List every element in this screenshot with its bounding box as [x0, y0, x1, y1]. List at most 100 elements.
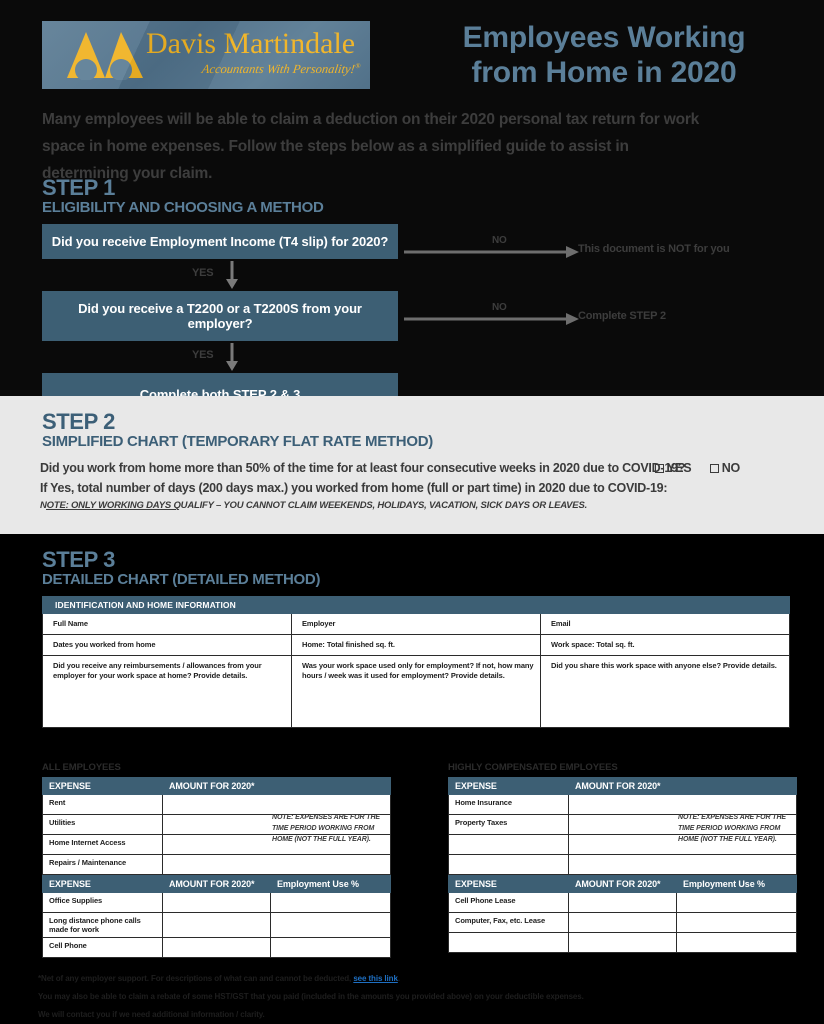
- table-row: [448, 854, 797, 875]
- step2-days-row: If Yes, total number of days (200 days m…: [40, 478, 740, 510]
- footer-line-2: You may also be able to claim a rebate o…: [38, 992, 584, 1001]
- step2-question-row: Did you work from home more than 50% of …: [40, 458, 740, 478]
- table-header-row: EXPENSE AMOUNT FOR 2020*: [448, 777, 797, 795]
- footer-line-1-period: .: [397, 974, 400, 983]
- row-label-blank-3[interactable]: [448, 932, 569, 953]
- row-label-cell-phone-lease: Cell Phone Lease: [448, 892, 569, 913]
- days-input-field[interactable]: [46, 509, 176, 510]
- flow-yes-label-1: YES: [192, 267, 214, 279]
- step3-number: STEP 3: [42, 547, 116, 572]
- row-label-internet: Home Internet Access: [42, 834, 163, 855]
- col-amount: AMOUNT FOR 2020*: [568, 777, 797, 795]
- logo-trademark: ®: [354, 62, 362, 70]
- flow-no-target-1: This document is NOT for you: [578, 243, 730, 255]
- table-header-row: EXPENSE AMOUNT FOR 2020* Employment Use …: [448, 875, 797, 893]
- col-amount: AMOUNT FOR 2020*: [568, 875, 677, 893]
- step1-number: STEP 1: [42, 175, 116, 200]
- col-expense: EXPENSE: [448, 875, 569, 893]
- step2-number: STEP 2: [42, 409, 116, 434]
- step2-question-text: Did you work from home more than 50% of …: [40, 461, 686, 475]
- usepct-input-computer-lease[interactable]: [676, 912, 797, 933]
- row-label-property-taxes: Property Taxes: [448, 814, 569, 835]
- row-label-blank-1[interactable]: [448, 834, 569, 855]
- row-label-cell-phone: Cell Phone: [42, 937, 163, 958]
- table-row: Full Name Employer Email: [42, 613, 790, 635]
- flow-question-2[interactable]: Did you receive a T2200 or a T2200S from…: [42, 291, 398, 341]
- row-label-utilities: Utilities: [42, 814, 163, 835]
- footer-line-1-text: *Net of any employer support. For descri…: [38, 974, 352, 983]
- identification-table-header: IDENTIFICATION AND HOME INFORMATION: [42, 596, 790, 614]
- step2-body: Did you work from home more than 50% of …: [40, 458, 740, 511]
- usepct-input-cell-phone[interactable]: [270, 937, 391, 958]
- davis-martindale-mountain-icon: [67, 32, 143, 80]
- table-row: Dates you worked from home Home: Total f…: [42, 634, 790, 656]
- amount-input-computer-lease[interactable]: [568, 912, 677, 933]
- row-label-home-insurance: Home Insurance: [448, 794, 569, 815]
- usepct-input-office-supplies[interactable]: [270, 892, 391, 913]
- page-title: Employees Working from Home in 2020: [404, 20, 804, 90]
- row-label-blank-2[interactable]: [448, 854, 569, 875]
- logo-tagline-text: Accountants With Personality!: [200, 62, 356, 77]
- flow-no-label-1: NO: [492, 235, 507, 246]
- table-row: Did you receive any reimbursements / all…: [42, 655, 790, 728]
- highly-compensated-note: NOTE: EXPENSES ARE FOR THE TIME PERIOD W…: [678, 814, 786, 843]
- amount-input-office-supplies[interactable]: [162, 892, 271, 913]
- identification-table: IDENTIFICATION AND HOME INFORMATION Full…: [42, 596, 790, 728]
- amount-input-blank-2[interactable]: [568, 854, 797, 875]
- amount-input-repairs[interactable]: [162, 854, 391, 875]
- checkbox-no-label: NO: [721, 461, 741, 475]
- footer-line-1: *Net of any employer support. For descri…: [38, 970, 778, 988]
- col-amount: AMOUNT FOR 2020*: [162, 875, 271, 893]
- identification-table-wrapper: IDENTIFICATION AND HOME INFORMATION Full…: [42, 596, 790, 728]
- table-row: Repairs / Maintenance: [42, 854, 391, 875]
- col-amount: AMOUNT FOR 2020*: [162, 777, 391, 795]
- usepct-input-blank-3[interactable]: [676, 932, 797, 953]
- table-header-row: EXPENSE AMOUNT FOR 2020* Employment Use …: [42, 875, 391, 893]
- all-employees-note: NOTE: EXPENSES ARE FOR THE TIME PERIOD W…: [272, 814, 380, 843]
- checkbox-no[interactable]: [709, 464, 719, 473]
- amount-input-blank-3[interactable]: [568, 932, 677, 953]
- flow-yes-connector-1: YES: [42, 259, 398, 291]
- col-employment-use: Employment Use %: [270, 875, 391, 893]
- row-label-repairs: Repairs / Maintenance: [42, 854, 163, 875]
- header-section: Davis Martindale Accountants With Person…: [0, 0, 824, 416]
- flow-no-target-2: Complete STEP 2: [578, 310, 666, 322]
- highly-compensated-title: HIGHLY COMPENSATED EMPLOYEES: [448, 762, 618, 773]
- step3-heading: STEP 3 DETAILED CHART (DETAILED METHOD): [42, 548, 320, 589]
- step1-heading: STEP 1 ELIGIBILITY AND CHOOSING A METHOD: [42, 176, 324, 217]
- step2-days-label: If Yes, total number of days (200 days m…: [40, 481, 668, 495]
- table-row: [448, 932, 797, 953]
- footer-line-3: We will contact you if we need additiona…: [38, 1010, 265, 1019]
- arrow-right-icon: [404, 246, 579, 258]
- flow-yes-connector-2: YES: [42, 341, 398, 373]
- cell-employer[interactable]: Employer: [291, 613, 541, 635]
- cell-dates-worked[interactable]: Dates you worked from home: [42, 634, 292, 656]
- intro-paragraph: Many employees will be able to claim a d…: [42, 111, 700, 182]
- cell-email[interactable]: Email: [540, 613, 790, 635]
- col-expense: EXPENSE: [42, 875, 163, 893]
- table-row: Long distance phone calls made for work: [42, 912, 391, 938]
- arrow-down-icon: [226, 343, 238, 371]
- cell-reimbursements[interactable]: Did you receive any reimbursements / all…: [42, 655, 292, 728]
- row-label-office-supplies: Office Supplies: [42, 892, 163, 913]
- see-this-link[interactable]: see this link: [353, 974, 398, 983]
- flow-no-branch-1: NO This document is NOT for you: [404, 235, 784, 268]
- page-title-line2: from Home in 2020: [471, 56, 737, 89]
- all-employees-column: ALL EMPLOYEES EXPENSE AMOUNT FOR 2020* R…: [42, 762, 391, 958]
- usepct-input-long-distance[interactable]: [270, 912, 391, 938]
- cell-shared-space[interactable]: Did you share this work space with anyon…: [540, 655, 790, 728]
- cell-full-name[interactable]: Full Name: [42, 613, 292, 635]
- amount-input-long-distance[interactable]: [162, 912, 271, 938]
- table-header-row: EXPENSE AMOUNT FOR 2020*: [42, 777, 391, 795]
- checkbox-yes[interactable]: [655, 464, 665, 473]
- cell-home-sqft[interactable]: Home: Total finished sq. ft.: [291, 634, 541, 656]
- cell-workspace-sqft[interactable]: Work space: Total sq. ft.: [540, 634, 790, 656]
- usepct-input-cell-phone-lease[interactable]: [676, 892, 797, 913]
- flow-question-1[interactable]: Did you receive Employment Income (T4 sl…: [42, 224, 398, 259]
- cell-workspace-use[interactable]: Was your work space used only for employ…: [291, 655, 541, 728]
- page-title-line1: Employees Working: [462, 21, 746, 54]
- amount-input-cell-phone-lease[interactable]: [568, 892, 677, 913]
- arrow-right-icon: [404, 313, 579, 325]
- step2-subtitle: SIMPLIFIED CHART (TEMPORARY FLAT RATE ME…: [42, 433, 433, 450]
- amount-input-cell-phone[interactable]: [162, 937, 271, 958]
